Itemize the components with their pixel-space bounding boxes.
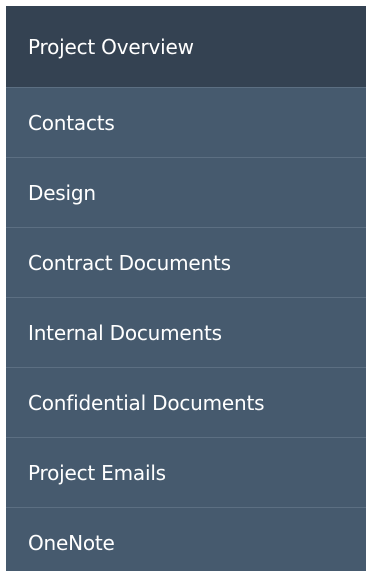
nav-item-label: Project Overview [28, 34, 194, 59]
nav-item-contract-documents[interactable]: Contract Documents [6, 228, 366, 298]
nav-item-label: Internal Documents [28, 320, 222, 345]
nav-item-label: Design [28, 180, 96, 205]
nav-item-project-overview[interactable]: Project Overview [6, 6, 366, 88]
nav-item-label: Confidential Documents [28, 390, 265, 415]
nav-item-onenote[interactable]: OneNote [6, 508, 366, 578]
sidebar-nav: Project Overview Contacts Design Contrac… [6, 6, 366, 571]
nav-item-design[interactable]: Design [6, 158, 366, 228]
nav-item-confidential-documents[interactable]: Confidential Documents [6, 368, 366, 438]
nav-item-contacts[interactable]: Contacts [6, 88, 366, 158]
nav-item-label: OneNote [28, 531, 115, 555]
nav-item-label: Contacts [28, 110, 115, 135]
nav-item-internal-documents[interactable]: Internal Documents [6, 298, 366, 368]
nav-item-label: Contract Documents [28, 250, 231, 275]
nav-item-project-emails[interactable]: Project Emails [6, 438, 366, 508]
nav-item-label: Project Emails [28, 460, 166, 485]
